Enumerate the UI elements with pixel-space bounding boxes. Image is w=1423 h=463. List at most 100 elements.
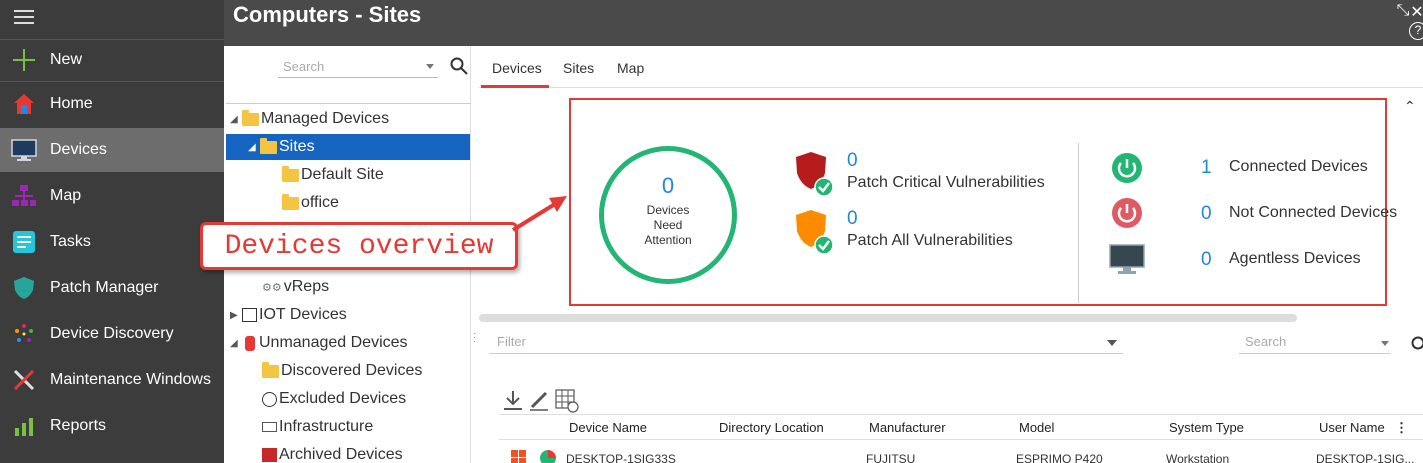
sidebar-item-devices[interactable]: Devices bbox=[0, 128, 224, 172]
tree-node-unmanaged-devices[interactable]: ◢ Unmanaged Devices bbox=[230, 330, 408, 356]
close-icon[interactable]: ✕ bbox=[1407, 2, 1423, 22]
tree-node-label: Excluded Devices bbox=[279, 390, 407, 407]
sidebar-item-label: Maintenance Windows bbox=[50, 371, 211, 388]
all-shield-check-icon bbox=[795, 209, 835, 260]
devices-need-attention-widget[interactable]: 0 Devices Need Attention bbox=[599, 146, 737, 284]
help-icon[interactable]: ? bbox=[1409, 22, 1423, 40]
folder-icon bbox=[262, 361, 279, 378]
column-menu-icon[interactable]: ⋮ bbox=[1395, 420, 1408, 436]
folder-icon bbox=[282, 193, 299, 210]
collapse-overview-icon[interactable]: ⌃ bbox=[1404, 98, 1416, 115]
tree-node-infrastructure[interactable]: Infrastructure bbox=[262, 414, 373, 440]
splitter-handle[interactable]: · · · bbox=[473, 329, 476, 347]
tab-devices[interactable]: Devices bbox=[492, 60, 542, 76]
sidebar-item-tasks[interactable]: Tasks bbox=[0, 220, 224, 264]
filter-placeholder: Filter bbox=[497, 334, 526, 349]
reports-icon bbox=[11, 413, 37, 439]
tree-node-label: Managed Devices bbox=[261, 110, 390, 127]
not-connected-count[interactable]: 0 bbox=[1201, 203, 1212, 225]
search-icon[interactable] bbox=[1411, 336, 1423, 357]
patch-critical-label: Patch Critical Vulnerabilities bbox=[847, 174, 1045, 191]
grid-search-input[interactable]: Search bbox=[1239, 332, 1391, 354]
archive-icon bbox=[262, 448, 277, 462]
sidebar-item-label: Devices bbox=[50, 141, 107, 158]
sidebar-item-reports[interactable]: Reports bbox=[0, 404, 224, 448]
tree-node-iot-devices[interactable]: ▶ IOT Devices bbox=[230, 302, 347, 328]
caret-down-icon[interactable]: ◢ bbox=[230, 114, 240, 125]
chevron-down-icon[interactable] bbox=[1381, 341, 1389, 346]
filter-input[interactable]: Filter bbox=[489, 332, 1123, 354]
sidebar-item-home[interactable]: Home bbox=[0, 82, 224, 126]
sidebar-item-device-discovery[interactable]: Device Discovery bbox=[0, 312, 224, 356]
tab-bar-divider bbox=[479, 87, 1423, 88]
chevron-down-icon[interactable] bbox=[1107, 340, 1117, 346]
sidebar-item-label: Home bbox=[50, 95, 93, 112]
column-header-directory-location[interactable]: Directory Location bbox=[719, 420, 824, 435]
callout-arrow-icon bbox=[511, 196, 567, 232]
column-header-model[interactable]: Model bbox=[1019, 420, 1054, 435]
agentless-monitor-icon bbox=[1109, 244, 1145, 281]
sidebar-item-maintenance-windows[interactable]: Maintenance Windows bbox=[0, 358, 224, 402]
agentless-count[interactable]: 0 bbox=[1201, 249, 1212, 271]
infrastructure-icon bbox=[262, 422, 277, 432]
column-header-user-name[interactable]: User Name bbox=[1319, 420, 1385, 435]
active-tab-indicator bbox=[481, 85, 549, 88]
attention-label-line: Devices bbox=[646, 203, 690, 217]
tree-node-discovered-devices[interactable]: Discovered Devices bbox=[262, 358, 422, 384]
page-title: Computers - Sites bbox=[233, 2, 422, 27]
cell-device-name[interactable]: DESKTOP-1SIG33S bbox=[566, 452, 676, 463]
overview-divider bbox=[1078, 143, 1079, 303]
tree-node-archived-devices[interactable]: Archived Devices bbox=[262, 442, 403, 463]
tab-map[interactable]: Map bbox=[617, 60, 644, 76]
excluded-icon bbox=[262, 391, 277, 407]
not-connected-power-icon bbox=[1111, 197, 1143, 234]
search-icon[interactable] bbox=[450, 57, 468, 80]
tree-node-label: Default Site bbox=[301, 166, 384, 183]
column-header-manufacturer[interactable]: Manufacturer bbox=[869, 420, 946, 435]
unmanaged-icon bbox=[245, 335, 255, 351]
tree-node-office[interactable]: office bbox=[282, 190, 339, 216]
tree-node-sites[interactable]: ◢ Sites bbox=[226, 134, 470, 160]
sidebar-item-map[interactable]: Map bbox=[0, 174, 224, 218]
tree-node-label: office bbox=[301, 194, 339, 211]
tree-search-placeholder: Search bbox=[283, 59, 325, 74]
tree-search-input[interactable]: Search bbox=[278, 58, 438, 78]
tree-node-excluded-devices[interactable]: Excluded Devices bbox=[262, 386, 406, 412]
column-header-device-name[interactable]: Device Name bbox=[569, 420, 647, 435]
folder-icon bbox=[282, 165, 299, 182]
tree-node-label: Unmanaged Devices bbox=[259, 334, 408, 351]
tree-node-label: vReps bbox=[283, 278, 330, 295]
tree-node-managed-devices[interactable]: ◢ Managed Devices bbox=[230, 106, 389, 132]
tree-node-label: Discovered Devices bbox=[281, 362, 423, 379]
tab-sites[interactable]: Sites bbox=[563, 60, 594, 76]
sidebar-item-label: Map bbox=[50, 187, 82, 204]
connected-count[interactable]: 1 bbox=[1201, 157, 1212, 179]
patch-critical-count[interactable]: 0 bbox=[847, 150, 858, 172]
hamburger-menu-icon[interactable] bbox=[14, 10, 34, 26]
plus-icon bbox=[11, 47, 37, 73]
patch-all-count[interactable]: 0 bbox=[847, 208, 858, 230]
status-pie-icon bbox=[540, 450, 556, 463]
caret-down-icon[interactable]: ◢ bbox=[230, 338, 240, 349]
tree-node-label: IOT Devices bbox=[259, 306, 347, 323]
not-connected-label: Not Connected Devices bbox=[1229, 204, 1398, 221]
caret-down-icon[interactable]: ◢ bbox=[248, 142, 258, 153]
horizontal-scrollbar[interactable] bbox=[479, 314, 1297, 322]
devices-overview-panel: 0 Devices Need Attention 0 Patch Critica… bbox=[569, 98, 1397, 306]
chevron-down-icon[interactable] bbox=[426, 64, 434, 69]
tree-node-label: Sites bbox=[279, 138, 315, 155]
tree-node-vreps[interactable]: ⚙⚙ vReps bbox=[262, 274, 329, 300]
column-header-system-type[interactable]: System Type bbox=[1169, 420, 1244, 435]
caret-right-icon[interactable]: ▶ bbox=[230, 310, 240, 321]
tree-node-default-site[interactable]: Default Site bbox=[282, 162, 384, 188]
sidebar-item-label: New bbox=[50, 51, 83, 68]
table-header: Device Name Directory Location Manufactu… bbox=[499, 414, 1423, 440]
connected-power-icon bbox=[1111, 152, 1143, 189]
sidebar-item-patch-manager[interactable]: Patch Manager bbox=[0, 266, 224, 310]
page-header: Computers - Sites ⤡ ✕ ? bbox=[224, 0, 1423, 46]
sidebar-item-new[interactable]: New bbox=[0, 38, 224, 82]
tree-node-label: Archived Devices bbox=[279, 446, 403, 463]
attention-count: 0 bbox=[661, 173, 675, 198]
map-icon bbox=[11, 183, 37, 209]
windows-icon bbox=[511, 450, 526, 463]
